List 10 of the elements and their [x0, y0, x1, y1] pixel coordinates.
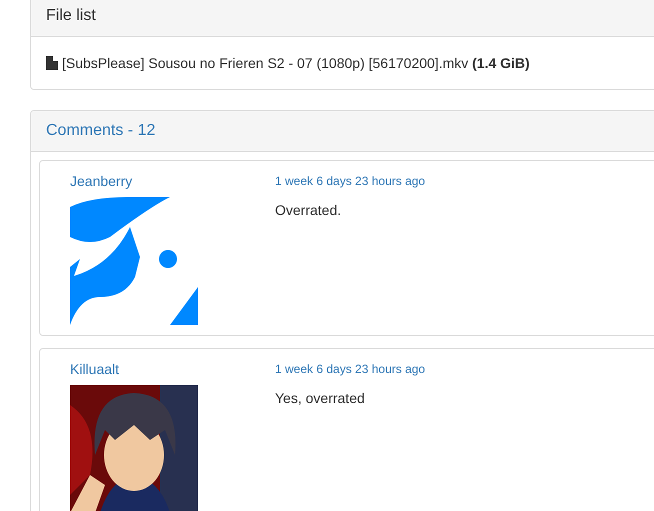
comment-text: Overrated.: [275, 201, 342, 220]
username-link[interactable]: Jeanberry: [70, 171, 275, 191]
file-name: [SubsPlease] Sousou no Frieren S2 - 07 (1080p) [56170200].mkv (1.4 GiB): [62, 54, 530, 73]
comment-time[interactable]: 1 week 6 days 23 hours ago: [275, 359, 426, 379]
panel-title: Comments - 12: [46, 122, 156, 139]
comment-text: Yes, overrated: [275, 389, 366, 408]
username-link[interactable]: Killuaalt: [70, 359, 275, 379]
panel-title: File list: [46, 7, 96, 24]
file-icon: [46, 56, 58, 70]
comment-time[interactable]: 1 week 6 days 23 hours ago: [275, 171, 426, 191]
